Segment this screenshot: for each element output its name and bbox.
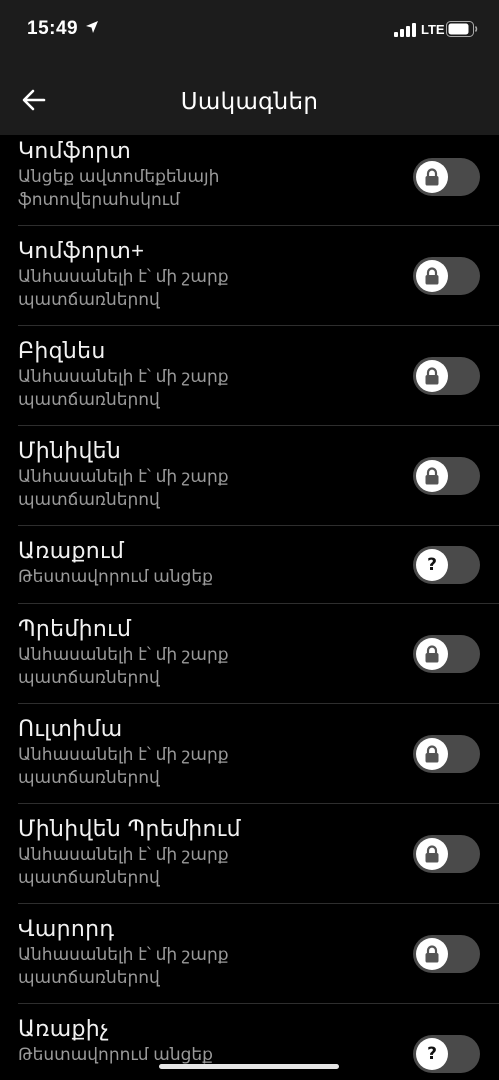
tariff-toggle[interactable]: ?: [413, 1035, 480, 1073]
lock-icon: [416, 260, 448, 292]
tariff-status-text: Անհասանելի է՝ մի շարք պատճառներով: [18, 367, 229, 409]
lock-icon: [416, 838, 448, 870]
tariff-toggle[interactable]: [413, 357, 480, 395]
lock-icon: [416, 738, 448, 770]
status-time: 15:49: [27, 18, 79, 39]
tariff-toggle[interactable]: [413, 835, 480, 873]
tariff-name: Մինիվեն: [18, 438, 122, 463]
home-indicator[interactable]: [159, 1064, 339, 1069]
tariff-status-text: Անհասանելի է՝ մի շարք պատճառներով: [18, 467, 229, 509]
navigation-bar: Սակագներ: [0, 72, 499, 130]
tariff-toggle[interactable]: [413, 635, 480, 673]
lock-icon: [416, 460, 448, 492]
tariff-name: Մինիվեն Պրեմիում: [18, 816, 241, 841]
location-arrow-icon: [86, 21, 98, 33]
battery-icon: [446, 21, 478, 37]
tariff-status-text: Անցեք ավտոմեքենայի ֆոտովերահսկում: [18, 167, 220, 209]
lock-icon: [416, 638, 448, 670]
tariff-toggle[interactable]: [413, 735, 480, 773]
tariff-row: Կոմֆորտ+ Անհասանելի է՝ մի շարք պատճառներո…: [18, 226, 499, 326]
lock-icon: [416, 938, 448, 970]
tariff-toggle[interactable]: [413, 158, 480, 196]
status-bar: 15:49 LTE: [0, 0, 499, 60]
cellular-signal-icon: [394, 23, 416, 37]
question-icon: ?: [416, 1038, 448, 1070]
tariff-row: Ուլտիմա Անհասանելի է՝ մի շարք պատճառներով: [18, 704, 499, 804]
question-icon: ?: [416, 549, 448, 581]
tariff-toggle[interactable]: ?: [413, 546, 480, 584]
tariff-name: Բիզնես: [18, 338, 106, 363]
tariff-row: Բիզնես Անհասանելի է՝ մի շարք պատճառներով: [18, 326, 499, 426]
tariff-row: Մինիվեն Անհասանելի է՝ մի շարք պատճառներով: [18, 426, 499, 526]
top-bar: 15:49 LTE Սակագներ: [0, 0, 499, 135]
tariff-toggle[interactable]: [413, 935, 480, 973]
tariff-status-text: Թեստավորում անցեք: [18, 567, 213, 586]
tariff-status-text: Թեստավորում անցեք: [18, 1045, 213, 1064]
tariff-toggle[interactable]: [413, 257, 480, 295]
tariff-name: Կոմֆորտ+: [18, 238, 145, 263]
tariff-name: Առաքում: [18, 538, 125, 563]
lock-icon: [416, 161, 448, 193]
network-type: LTE: [421, 22, 445, 37]
tariff-status-text: Անհասանելի է՝ մի շարք պատճառներով: [18, 645, 229, 687]
tariff-name: Ուլտիմա: [18, 716, 123, 741]
tariff-status-text: Անհասանելի է՝ մի շարք պատճառներով: [18, 267, 229, 309]
tariff-list: Կոմֆորտ Անցեք ավտոմեքենայի ֆոտովերահսկում…: [0, 135, 499, 1080]
tariff-row: Կոմֆորտ Անցեք ավտոմեքենայի ֆոտովերահսկում: [18, 135, 499, 226]
page-title: Սակագներ: [180, 88, 319, 114]
tariff-name: Վարորդ: [18, 916, 115, 941]
tariff-status-text: Անհասանելի է՝ մի շարք պատճառներով: [18, 845, 229, 887]
tariff-name: Առաքիչ: [18, 1016, 110, 1041]
tariff-name: Պրեմիում: [18, 616, 132, 641]
tariff-status-text: Անհասանելի է՝ մի շարք պատճառներով: [18, 745, 229, 787]
tariff-row: Մինիվեն Պրեմիում Անհասանելի է՝ մի շարք պա…: [18, 804, 499, 904]
tariff-row: Վարորդ Անհասանելի է՝ մի շարք պատճառներով: [18, 904, 499, 1004]
tariff-row: Առաքում Թեստավորում անցեք?: [18, 526, 499, 604]
tariff-name: Կոմֆորտ: [18, 138, 132, 163]
tariff-row: Պրեմիում Անհասանելի է՝ մի շարք պատճառներո…: [18, 604, 499, 704]
lock-icon: [416, 360, 448, 392]
tariff-status-text: Անհասանելի է՝ մի շարք պատճառներով: [18, 945, 229, 987]
tariff-toggle[interactable]: [413, 457, 480, 495]
